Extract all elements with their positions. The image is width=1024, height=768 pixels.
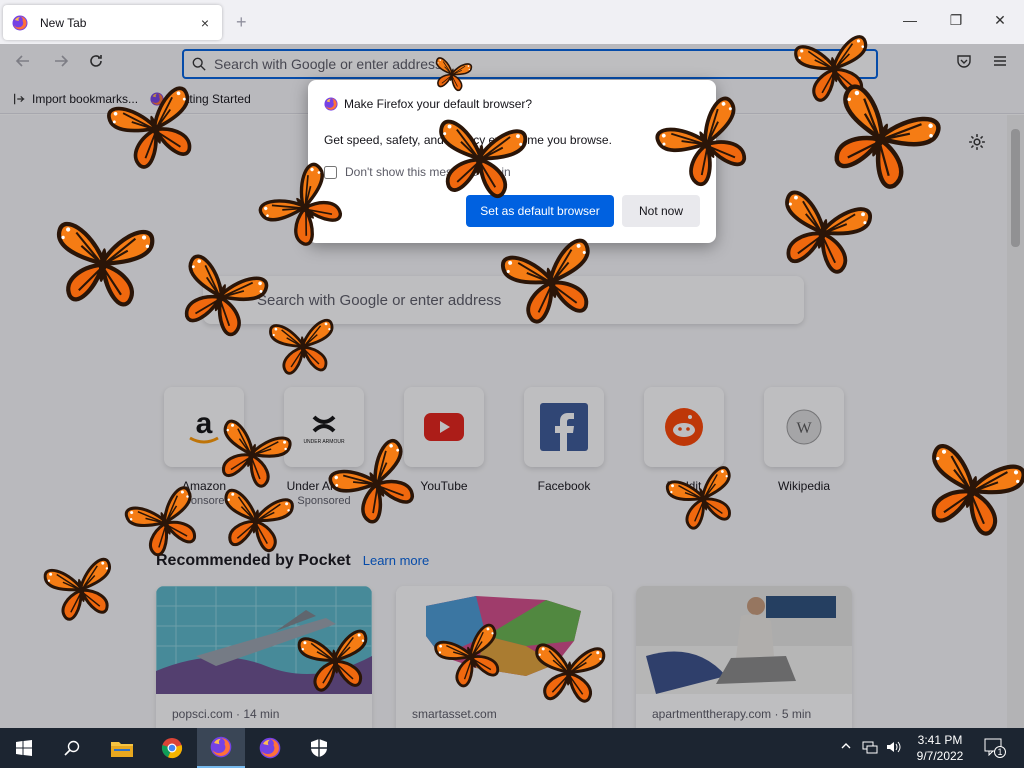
maximize-button[interactable]: ❐ xyxy=(946,12,966,29)
file-explorer-button[interactable] xyxy=(98,728,146,768)
firefox-icon xyxy=(210,736,232,758)
chrome-button[interactable] xyxy=(148,728,196,768)
butterfly-icon xyxy=(35,204,171,323)
butterfly-icon xyxy=(509,630,628,714)
minimize-button[interactable]: — xyxy=(900,12,920,28)
folder-icon xyxy=(111,742,133,757)
notification-count: 1 xyxy=(994,746,1006,758)
chrome-icon xyxy=(161,738,183,759)
close-tab-icon[interactable]: × xyxy=(197,15,213,31)
security-button[interactable] xyxy=(295,728,343,768)
clock-date: 9/7/2022 xyxy=(916,749,964,763)
network-icon[interactable] xyxy=(862,740,878,757)
windows-icon xyxy=(16,740,32,756)
taskbar: 3:41 PM 9/7/2022 1 xyxy=(0,728,1024,768)
search-button[interactable] xyxy=(48,728,96,768)
clock-time: 3:41 PM xyxy=(917,733,963,747)
butterfly-icon xyxy=(273,614,396,705)
firefox-icon xyxy=(324,97,338,111)
chevron-up-icon[interactable] xyxy=(840,740,852,755)
system-clock[interactable]: 3:41 PM 9/7/2022 xyxy=(900,732,980,764)
close-window-button[interactable]: ✕ xyxy=(990,12,1010,29)
firefox-icon xyxy=(12,15,28,31)
tab-title: New Tab xyxy=(40,15,87,30)
search-icon xyxy=(64,740,80,756)
tab-new-tab[interactable]: New Tab × xyxy=(3,5,222,40)
butterfly-icon xyxy=(404,101,556,216)
notifications-button[interactable]: 1 xyxy=(984,738,1006,759)
shield-icon xyxy=(311,739,327,757)
start-button[interactable] xyxy=(0,728,48,768)
firefox-icon xyxy=(259,737,281,759)
butterfly-icon xyxy=(262,285,344,408)
firefox-taskbar-button-active[interactable] xyxy=(197,728,245,768)
new-tab-button[interactable]: + xyxy=(236,12,247,33)
butterfly-icon xyxy=(212,474,301,566)
firefox-taskbar-button[interactable] xyxy=(246,728,294,768)
